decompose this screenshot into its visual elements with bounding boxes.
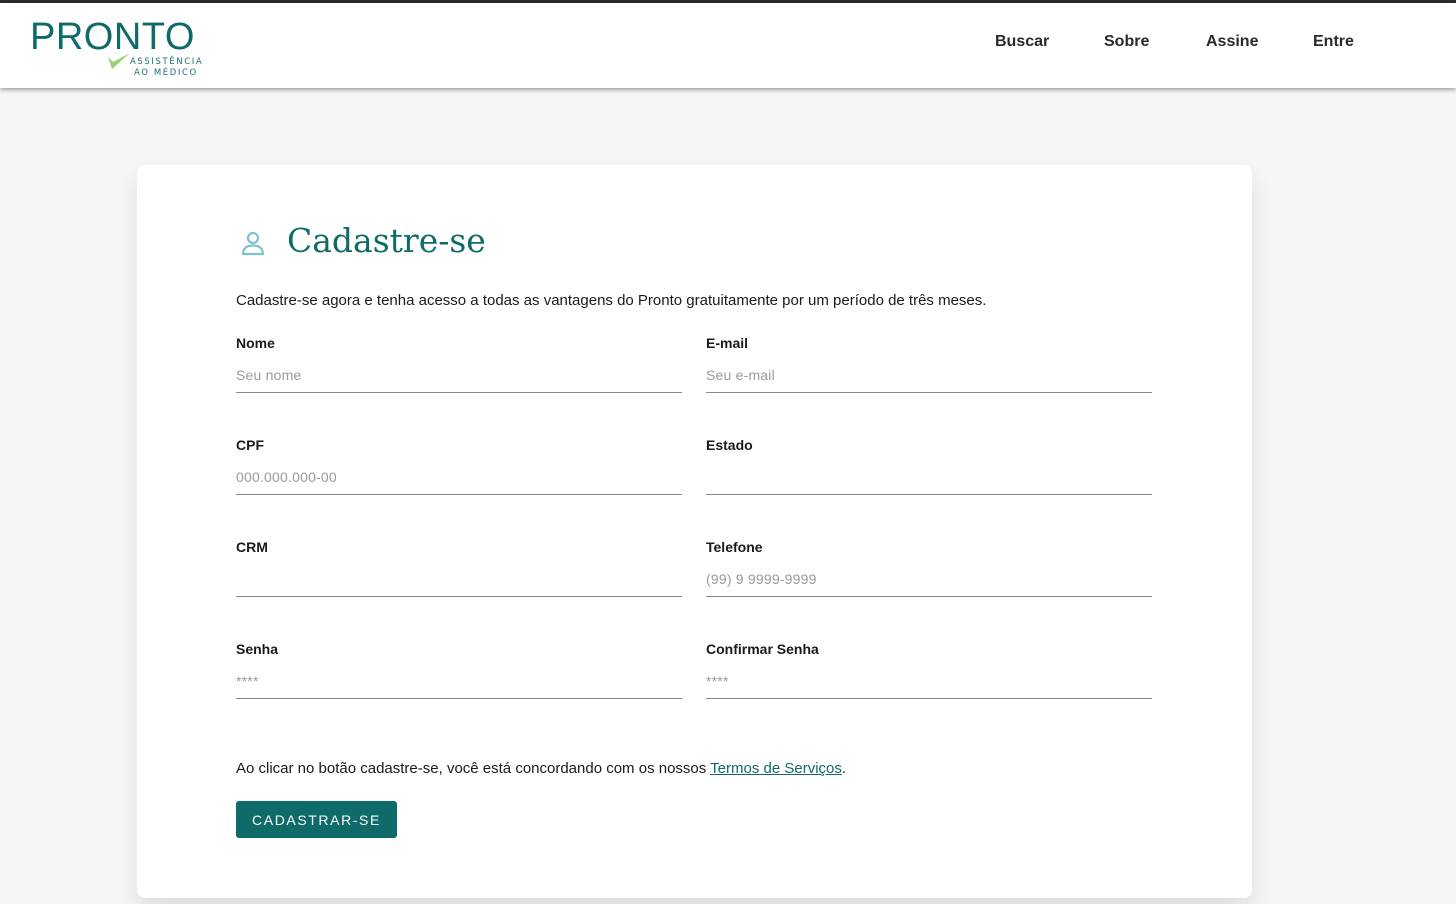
estado-label: Estado [706,437,753,453]
cpf-field-group: CPF [236,437,682,497]
telefone-label: Telefone [706,539,763,555]
crm-label: CRM [236,539,268,555]
cpf-label: CPF [236,437,264,453]
terms-text: Ao clicar no botão cadastre-se, você est… [236,760,846,777]
logo-tagline-line2: AO MÉDICO [134,68,198,78]
nome-input[interactable] [236,357,682,393]
confirmar-senha-label: Confirmar Senha [706,641,819,657]
terms-suffix: . [841,760,847,777]
senha-label: Senha [236,641,279,657]
estado-field-group: Estado [706,437,1152,497]
logo-tagline-line1: ASSISTÊNCIA [130,57,204,67]
email-field-group: E-mail [706,335,1152,395]
email-input[interactable] [706,357,1152,393]
senha-field-group: Senha [236,641,682,701]
nome-label: Nome [236,335,275,351]
crm-field-group: CRM [236,539,682,599]
crm-input[interactable] [236,561,682,597]
nav-sobre[interactable]: Sobre [1104,33,1149,51]
site-header: PRONTO ASSISTÊNCIA AO MÉDICO Buscar Sobr… [0,3,1456,88]
cpf-input[interactable] [236,459,682,495]
page-title: Cadastre-se [287,221,486,260]
nav-entre[interactable]: Entre [1313,33,1354,51]
main-nav: Buscar Sobre Assine Entre [0,33,1456,57]
intro-text: Cadastre-se agora e tenha acesso a todas… [236,292,987,309]
signup-card: Cadastre-se Cadastre-se agora e tenha ac… [137,165,1252,898]
cadastrar-button[interactable]: CADASTRAR-SE [236,801,397,838]
nav-buscar[interactable]: Buscar [995,33,1049,51]
email-label: E-mail [706,335,749,351]
senha-input[interactable] [236,663,682,699]
user-icon [241,231,265,256]
terms-link[interactable]: Termos de Serviços [710,760,842,777]
confirmar-senha-field-group: Confirmar Senha [706,641,1152,701]
terms-prefix: Ao clicar no botão cadastre-se, você est… [236,760,711,777]
nav-assine[interactable]: Assine [1206,33,1258,51]
telefone-field-group: Telefone [706,539,1152,599]
nome-field-group: Nome [236,335,682,395]
estado-input[interactable] [706,459,1152,495]
confirmar-senha-input[interactable] [706,663,1152,699]
telefone-input[interactable] [706,561,1152,597]
